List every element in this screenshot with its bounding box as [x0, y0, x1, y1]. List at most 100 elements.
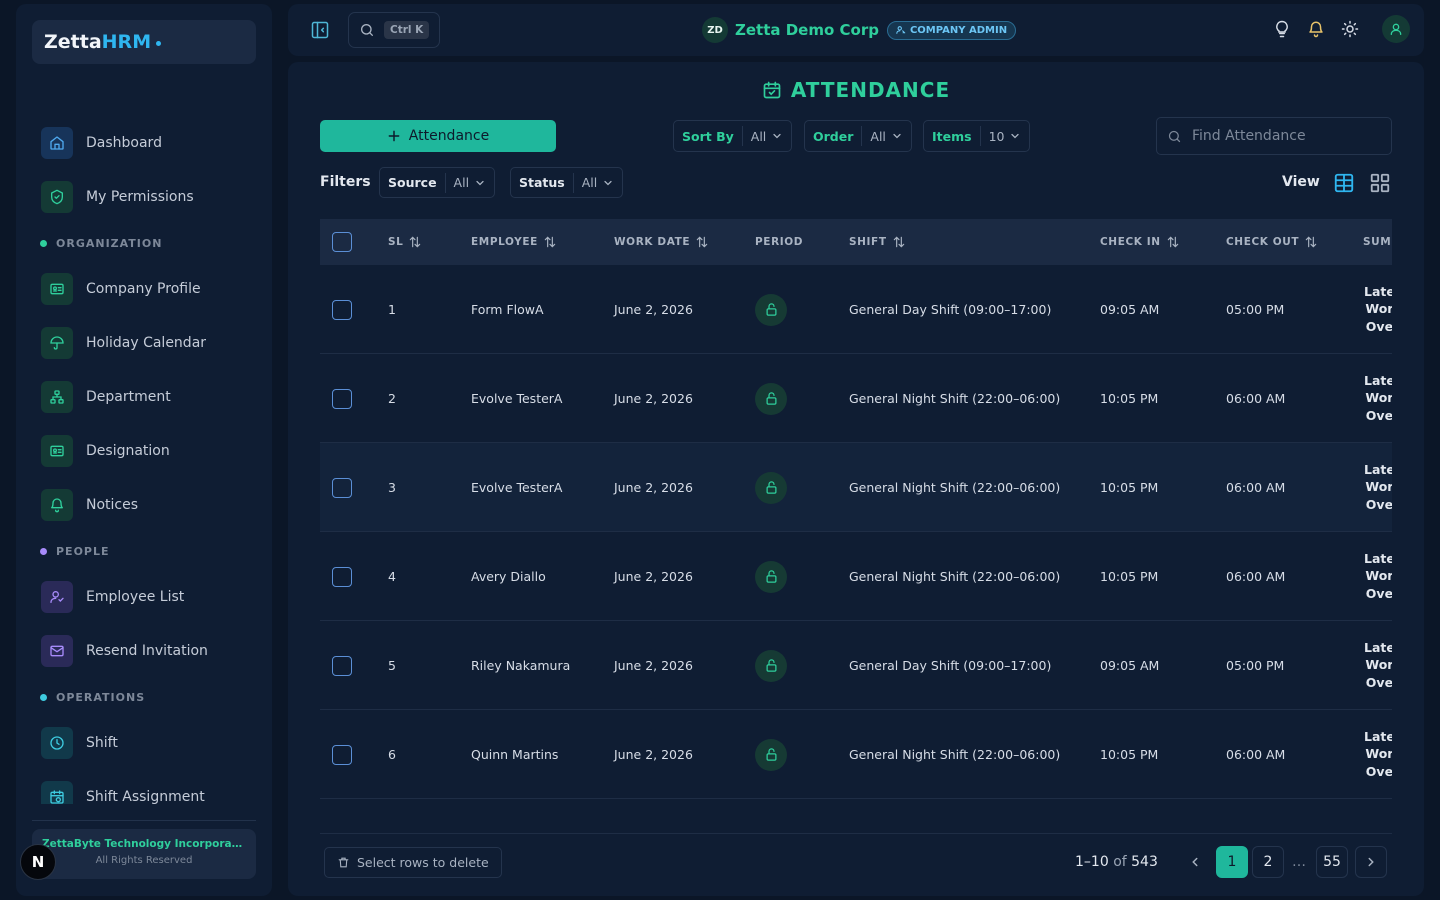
status-label: Status — [519, 175, 565, 190]
sidebar-item-label: Company Profile — [86, 281, 201, 297]
lightbulb-icon[interactable] — [1272, 14, 1292, 44]
table-row[interactable]: 6 Quinn Martins June 2, 2026 General Nig… — [320, 710, 1392, 799]
chevron-down-icon — [773, 133, 781, 139]
sidebar-item-shift[interactable]: Shift — [16, 716, 272, 770]
divider — [741, 126, 743, 146]
unlock-icon[interactable] — [755, 471, 787, 504]
sidebar-item-holiday-calendar[interactable]: Holiday Calendar — [16, 316, 272, 370]
trash-icon — [337, 856, 350, 869]
sidebar-item-my-permissions[interactable]: My Permissions — [16, 170, 272, 224]
unlock-icon[interactable] — [755, 560, 787, 593]
items-per-page-select[interactable]: Items 10 — [923, 120, 1031, 152]
sidebar-item-resend-invitation[interactable]: Resend Invitation — [16, 624, 272, 678]
sidebar-item-designation[interactable]: Designation — [16, 424, 272, 478]
work-date-cell: June 2, 2026 — [614, 391, 693, 406]
work-date-cell: June 2, 2026 — [614, 747, 693, 762]
sidebar-item-dashboard[interactable]: Dashboard — [16, 116, 272, 170]
period-cell — [755, 443, 787, 532]
range-total: 543 — [1131, 854, 1158, 870]
search-icon — [359, 22, 375, 38]
column-header-work-date[interactable]: WORK DATE — [614, 219, 709, 265]
user-avatar[interactable] — [1382, 15, 1410, 43]
status-value: All — [582, 175, 615, 190]
summary-overtime: Ove — [1365, 674, 1392, 690]
summary-cell: Late Wor Ove — [1364, 532, 1392, 621]
calendar-check-icon — [762, 80, 782, 100]
column-header-sl[interactable]: SL — [388, 219, 422, 265]
column-header-check-in[interactable]: CHECK IN — [1100, 219, 1180, 265]
select-all-cell — [332, 219, 352, 265]
select-all-checkbox[interactable] — [332, 232, 352, 252]
row-checkbox[interactable] — [332, 477, 352, 498]
unlock-icon[interactable] — [755, 649, 787, 682]
row-checkbox[interactable] — [332, 299, 352, 320]
table-view-icon[interactable] — [1333, 172, 1355, 194]
table-row[interactable]: 5 Riley Nakamura June 2, 2026 General Da… — [320, 621, 1392, 710]
page-button-55[interactable]: 55 — [1316, 846, 1348, 878]
summary-worked: Wor — [1365, 657, 1392, 673]
add-attendance-label: Attendance — [408, 128, 490, 144]
next-page-button[interactable] — [1355, 846, 1387, 878]
chevron-down-icon — [893, 133, 901, 139]
row-checkbox[interactable] — [332, 566, 352, 587]
company-switcher[interactable]: ZD Zetta Demo Corp COMPANY ADMIN — [702, 17, 1017, 43]
sl-cell: 1 — [388, 302, 396, 317]
sidebar-item-label: Holiday Calendar — [86, 335, 207, 351]
page-button-2[interactable]: 2 — [1252, 846, 1284, 878]
sidebar-item-department[interactable]: Department — [16, 370, 272, 424]
order-select[interactable]: Order All — [804, 120, 912, 152]
sidebar-item-label: My Permissions — [86, 189, 194, 205]
table-row[interactable]: 2 Evolve TesterA June 2, 2026 General Ni… — [320, 354, 1392, 443]
page-button-1[interactable]: 1 — [1216, 846, 1248, 878]
add-attendance-button[interactable]: Attendance — [320, 120, 556, 152]
period-cell — [755, 621, 787, 710]
column-header-employee[interactable]: EMPLOYEE — [471, 219, 557, 265]
search-shortcut: Ctrl K — [384, 21, 430, 39]
search-trigger-button[interactable]: Ctrl K — [348, 12, 440, 48]
table-row[interactable]: 3 Evolve TesterA June 2, 2026 General Ni… — [320, 443, 1392, 532]
sidebar-item-label: Resend Invitation — [86, 643, 208, 659]
sidebar-item-company-profile[interactable]: Company Profile — [16, 262, 272, 316]
n-badge-icon[interactable]: N — [20, 844, 56, 880]
sort-by-label: Sort By — [682, 128, 734, 144]
summary-cell: Late Wor Ove — [1364, 354, 1392, 443]
column-header-check-out[interactable]: CHECK OUT — [1226, 219, 1318, 265]
sl-cell: 6 — [388, 747, 396, 762]
source-filter-select[interactable]: Source All — [379, 167, 496, 198]
shift-cell: General Night Shift (22:00–06:00) — [849, 569, 1061, 584]
search-icon — [1167, 129, 1182, 144]
unlock-icon[interactable] — [755, 382, 787, 415]
table-row[interactable]: 1 Form FlowA June 2, 2026 General Day Sh… — [320, 265, 1392, 354]
status-value-text: All — [581, 175, 598, 190]
sort-by-select[interactable]: Sort By All — [673, 120, 793, 152]
table-row[interactable]: 4 Avery Diallo June 2, 2026 General Nigh… — [320, 532, 1392, 621]
role-label: COMPANY ADMIN — [909, 24, 1008, 36]
sidebar-item-shift-assignment[interactable]: Shift Assignment — [16, 770, 272, 804]
id-card-icon — [41, 273, 73, 305]
grid-view-icon[interactable] — [1369, 172, 1391, 194]
sidebar-toggle-icon[interactable] — [310, 20, 330, 40]
brand-logo[interactable]: Zetta HRM — [32, 20, 256, 64]
delete-selected-button[interactable]: Select rows to delete — [324, 847, 502, 878]
summary-overtime: Ove — [1365, 496, 1392, 512]
unlock-icon[interactable] — [755, 738, 787, 771]
row-checkbox[interactable] — [332, 744, 352, 765]
divider — [861, 126, 863, 146]
unlock-icon[interactable] — [755, 293, 787, 326]
theme-sun-icon[interactable] — [1340, 14, 1360, 44]
sidebar-item-notices[interactable]: Notices — [16, 478, 272, 532]
source-value: All — [454, 175, 487, 190]
shift-cell: General Day Shift (09:00–17:00) — [849, 658, 1052, 673]
work-date-cell: June 2, 2026 — [614, 480, 693, 495]
row-checkbox[interactable] — [332, 655, 352, 676]
sidebar-item-employee-list[interactable]: Employee List — [16, 570, 272, 624]
find-attendance-input[interactable] — [1192, 128, 1382, 144]
prev-page-button[interactable] — [1179, 846, 1211, 878]
status-filter-select[interactable]: Status All — [510, 167, 624, 198]
id-card-icon — [41, 435, 73, 467]
row-checkbox[interactable] — [332, 388, 352, 409]
shift-cell: General Night Shift (22:00–06:00) — [849, 747, 1061, 762]
column-header-shift[interactable]: SHIFT — [849, 219, 906, 265]
notification-bell-icon[interactable] — [1306, 14, 1326, 44]
period-cell — [755, 354, 787, 443]
